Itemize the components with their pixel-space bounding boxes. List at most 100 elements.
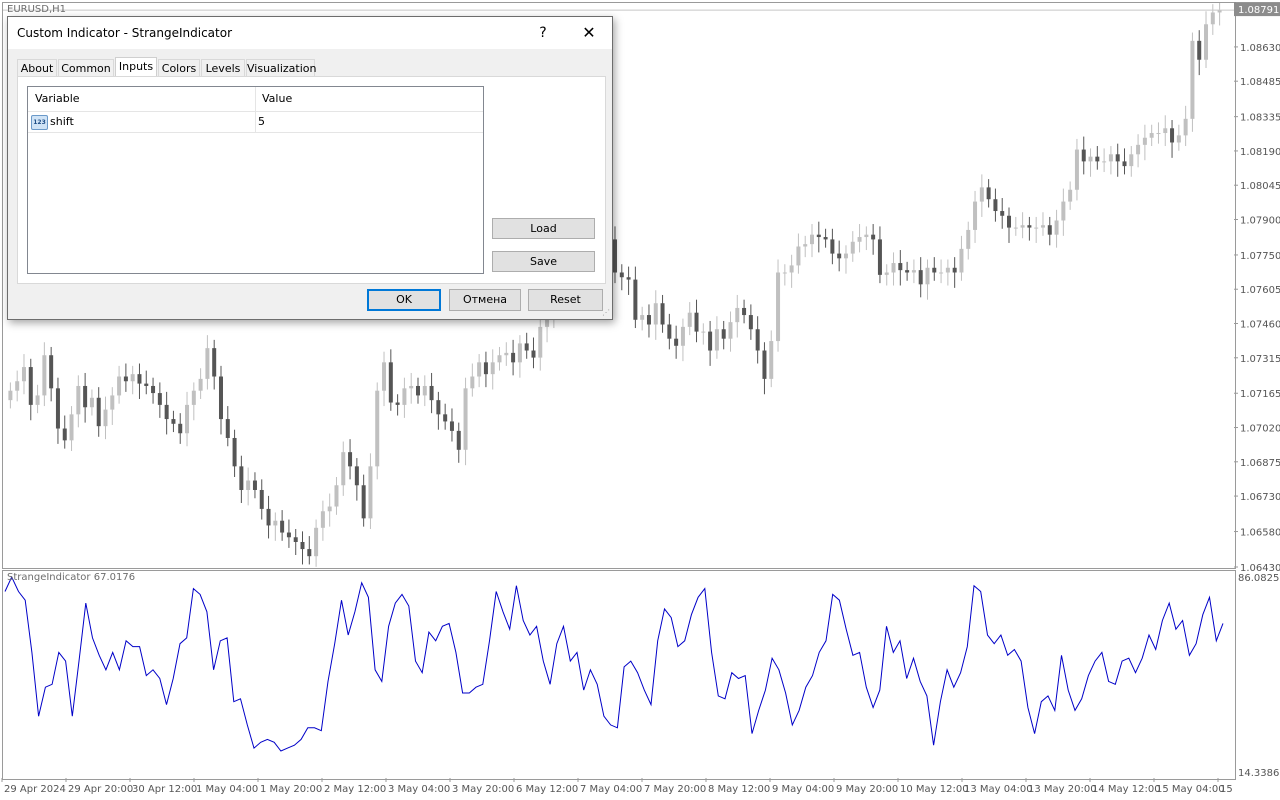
candle-body — [96, 397, 101, 427]
candle-body — [755, 329, 760, 351]
candle-body — [1034, 227, 1039, 229]
candle-body — [1176, 135, 1181, 143]
time-tick-label: 9 May 20:00 — [836, 784, 898, 795]
candle-body — [966, 229, 971, 249]
custom-indicator-dialog: Custom Indicator - StrangeIndicator ? ✕ … — [7, 16, 613, 320]
candle-body — [28, 367, 33, 405]
candle-body — [905, 270, 910, 273]
inputs-panel: Variable Value 123 shift 5 Load Save — [17, 76, 606, 284]
dialog-title: Custom Indicator - StrangeIndicator — [17, 26, 233, 40]
indicator-line — [4, 575, 1224, 752]
close-icon[interactable]: ✕ — [568, 17, 610, 49]
candle-body — [354, 466, 359, 486]
time-tick-label: 2 May 12:00 — [324, 784, 386, 795]
time-tick-label: 3 May 04:00 — [388, 784, 450, 795]
help-button[interactable]: ? — [522, 17, 564, 49]
tab-levels[interactable]: Levels — [201, 59, 245, 77]
candle-body — [782, 272, 787, 274]
column-header-value[interactable]: Value — [255, 87, 292, 111]
candle-body — [626, 277, 631, 280]
candle-body — [667, 324, 672, 339]
candle-body — [164, 404, 169, 420]
candle-body — [137, 374, 142, 384]
candle-body — [708, 331, 713, 351]
candle-body — [191, 390, 196, 405]
candle-body — [83, 385, 88, 408]
candle-body — [694, 312, 699, 332]
candle-body — [674, 338, 679, 346]
indicator-chart-svg[interactable] — [3, 571, 1235, 779]
candle-body — [1081, 149, 1086, 162]
time-tick-label: 10 May 12:00 — [900, 784, 969, 795]
candle-body — [925, 267, 930, 285]
candle-body — [1040, 225, 1045, 228]
candle-body — [837, 253, 842, 259]
candle-body — [803, 244, 808, 247]
candle-body — [701, 331, 706, 333]
candle-body — [415, 385, 420, 396]
candle-body — [504, 352, 509, 356]
candle-body — [239, 466, 244, 490]
cancel-button[interactable]: Отмена — [449, 289, 521, 311]
candle-body — [212, 348, 217, 377]
candle-body — [1061, 201, 1066, 221]
dialog-titlebar[interactable]: Custom Indicator - StrangeIndicator ? ✕ — [8, 17, 612, 49]
candle-body — [714, 329, 719, 351]
candle-body — [1013, 227, 1018, 229]
resize-grip-icon[interactable]: ⋰ — [602, 309, 610, 317]
candle-body — [341, 452, 346, 486]
candle-body — [55, 388, 60, 429]
candle-body — [273, 520, 278, 526]
load-button[interactable]: Load — [492, 218, 595, 239]
column-header-variable[interactable]: Variable — [28, 87, 80, 111]
candle-body — [443, 414, 448, 422]
candle-body — [1115, 154, 1120, 162]
time-tick-label: 29 Apr 20:00 — [68, 784, 133, 795]
candle-body — [470, 376, 475, 389]
tab-inputs[interactable]: Inputs — [115, 57, 157, 78]
indicator-label: StrangeIndicator 67.0176 — [7, 572, 136, 583]
candle-body — [490, 362, 495, 375]
candle-body — [816, 234, 821, 238]
indicator-scale-max: 86.0825 — [1238, 573, 1279, 584]
price-tick-label: 1.07315 — [1240, 354, 1280, 365]
ok-button[interactable]: OK — [367, 289, 441, 311]
candle-body — [823, 237, 828, 240]
candle-body — [864, 234, 869, 238]
candle-body — [986, 187, 991, 200]
reset-button[interactable]: Reset — [528, 289, 603, 311]
candle-body — [368, 466, 373, 519]
tab-about[interactable]: About — [17, 59, 57, 77]
time-tick-label: 9 May 04:00 — [772, 784, 834, 795]
candle-body — [320, 511, 325, 528]
tab-visualization[interactable]: Visualization — [246, 59, 316, 77]
candle-body — [409, 385, 414, 389]
save-button[interactable]: Save — [492, 251, 595, 272]
candle-body — [1183, 118, 1188, 136]
table-row[interactable]: 123 shift 5 — [28, 112, 483, 133]
indicator-scale-min: 14.3386 — [1238, 768, 1279, 779]
indicator-pane[interactable]: StrangeIndicator 67.0176 — [2, 570, 1236, 780]
candle-body — [945, 267, 950, 273]
candle-body — [538, 326, 543, 358]
variable-value[interactable]: 5 — [258, 115, 265, 128]
time-tick-label: 29 Apr 2024 — [4, 784, 66, 795]
tab-colors[interactable]: Colors — [158, 59, 200, 77]
candle-body — [857, 237, 862, 242]
current-price-label: 1.08791 — [1238, 5, 1279, 16]
candle-body — [1047, 225, 1052, 235]
price-tick-label: 1.07605 — [1240, 285, 1280, 296]
candle-body — [1088, 156, 1093, 162]
candle-body — [918, 270, 923, 285]
candle-body — [232, 437, 237, 467]
candle-body — [789, 265, 794, 273]
candle-body — [151, 385, 156, 394]
candle-body — [687, 312, 692, 327]
candle-body — [218, 376, 223, 420]
candle-body — [198, 378, 203, 391]
tab-common[interactable]: Common — [58, 59, 114, 77]
time-tick-label: 7 May 20:00 — [644, 784, 706, 795]
candle-body — [436, 400, 441, 415]
parameters-table[interactable]: Variable Value 123 shift 5 — [27, 86, 484, 274]
candle-body — [76, 385, 81, 415]
